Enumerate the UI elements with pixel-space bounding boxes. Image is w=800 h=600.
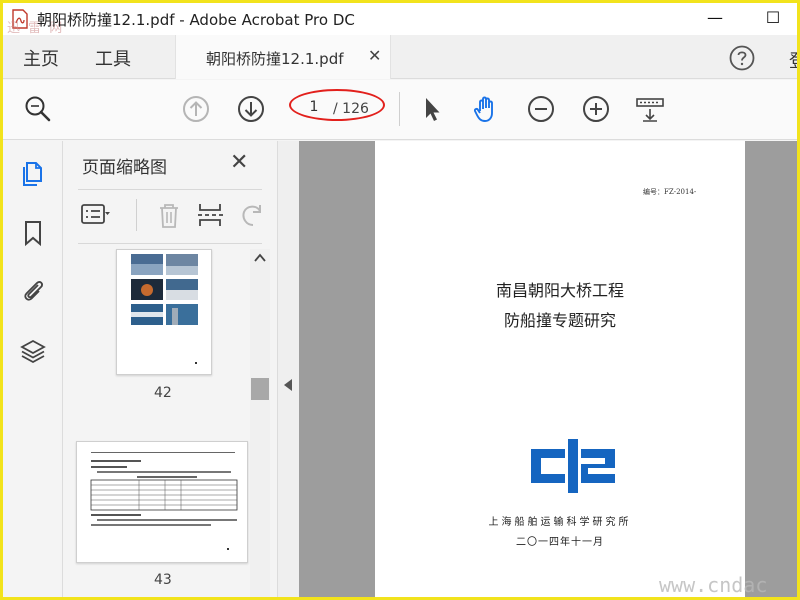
maximize-button[interactable]: ☐: [753, 7, 793, 31]
panel-splitter[interactable]: [277, 141, 299, 597]
help-icon[interactable]: [729, 45, 755, 71]
page-42-photos-image: [131, 254, 198, 364]
panel-divider-2: [78, 243, 262, 244]
next-page-icon[interactable]: [236, 94, 266, 124]
document-tab[interactable]: 朝阳桥防撞12.1.pdf ✕: [175, 35, 391, 79]
document-date: 二〇一四年十一月: [516, 537, 604, 548]
thumbnail-scrollbar[interactable]: [250, 249, 270, 597]
thumbnail-options-icon[interactable]: [80, 201, 110, 229]
document-organization: 上海船舶运输科学研究所: [488, 517, 632, 528]
zoom-in-icon[interactable]: [581, 94, 611, 124]
select-cursor-icon[interactable]: [417, 94, 447, 124]
document-title-line-1: 南昌朝阳大桥工程: [495, 281, 624, 300]
scrollbar-thumb[interactable]: [251, 378, 269, 400]
page-43-text-image: [90, 452, 238, 550]
thumbnails-panel: 页面缩略图 ✕ 42 43: [64, 141, 277, 597]
layers-icon[interactable]: [19, 337, 47, 365]
document-title-line-2: 防船撞专题研究: [503, 311, 616, 330]
tools-tab[interactable]: 工具: [95, 45, 131, 71]
thumbnail-label-42: 42: [154, 385, 172, 401]
left-navigation-rail: [3, 141, 63, 597]
zoom-out-icon[interactable]: [526, 94, 556, 124]
site-watermark: www.cndac: [659, 573, 768, 597]
pdf-page: 编号：FZ-2014- 南昌朝阳大桥工程 防船撞专题研究 上海船舶运输科学研究所…: [375, 141, 745, 597]
document-code: 编号：FZ-2014-: [643, 188, 697, 196]
page-fit-icon[interactable]: [635, 94, 665, 124]
title-bar: 迅 雷 网 朝阳桥防撞12.1.pdf - Adobe Acrobat Pro …: [3, 3, 797, 36]
thumbnail-page-43[interactable]: [76, 441, 248, 563]
pages-icon[interactable]: [19, 159, 47, 187]
thumbnail-page-42[interactable]: [116, 249, 212, 375]
search-icon[interactable]: [23, 94, 53, 124]
minimize-button[interactable]: —: [695, 7, 735, 31]
red-highlight-ellipse: [289, 89, 385, 121]
attachment-icon[interactable]: [19, 277, 47, 305]
menu-tab-row: 主页 工具 朝阳桥防撞12.1.pdf ✕ 登: [3, 35, 797, 79]
institute-logo-icon: [531, 439, 615, 493]
hand-tool-icon[interactable]: [471, 94, 501, 124]
document-tab-label: 朝阳桥防撞12.1.pdf: [206, 50, 344, 68]
document-view: 编号：FZ-2014- 南昌朝阳大桥工程 防船撞专题研究 上海船舶运输科学研究所…: [299, 141, 797, 597]
panel-divider: [78, 189, 262, 190]
window-title: 朝阳桥防撞12.1.pdf - Adobe Acrobat Pro DC: [37, 11, 355, 29]
extract-page-icon[interactable]: [196, 201, 226, 229]
toolbar-separator: [399, 92, 400, 126]
app-window: 迅 雷 网 朝阳桥防撞12.1.pdf - Adobe Acrobat Pro …: [0, 0, 800, 600]
rotate-page-icon[interactable]: [236, 201, 266, 229]
scroll-up-icon[interactable]: [254, 253, 266, 263]
main-toolbar: / 126: [3, 80, 797, 140]
home-tab[interactable]: 主页: [23, 45, 59, 71]
collapse-arrow-icon[interactable]: [284, 379, 292, 391]
delete-page-icon[interactable]: [154, 201, 184, 229]
close-panel-icon[interactable]: ✕: [230, 150, 248, 175]
panel-title: 页面缩略图: [82, 158, 167, 178]
bookmark-icon[interactable]: [19, 219, 47, 247]
sign-in-button[interactable]: 登: [789, 47, 797, 73]
panel-tool-separator: [136, 199, 137, 231]
thumbnail-label-43: 43: [154, 572, 172, 588]
previous-page-icon[interactable]: [181, 94, 211, 124]
close-tab-icon[interactable]: ✕: [368, 46, 381, 65]
